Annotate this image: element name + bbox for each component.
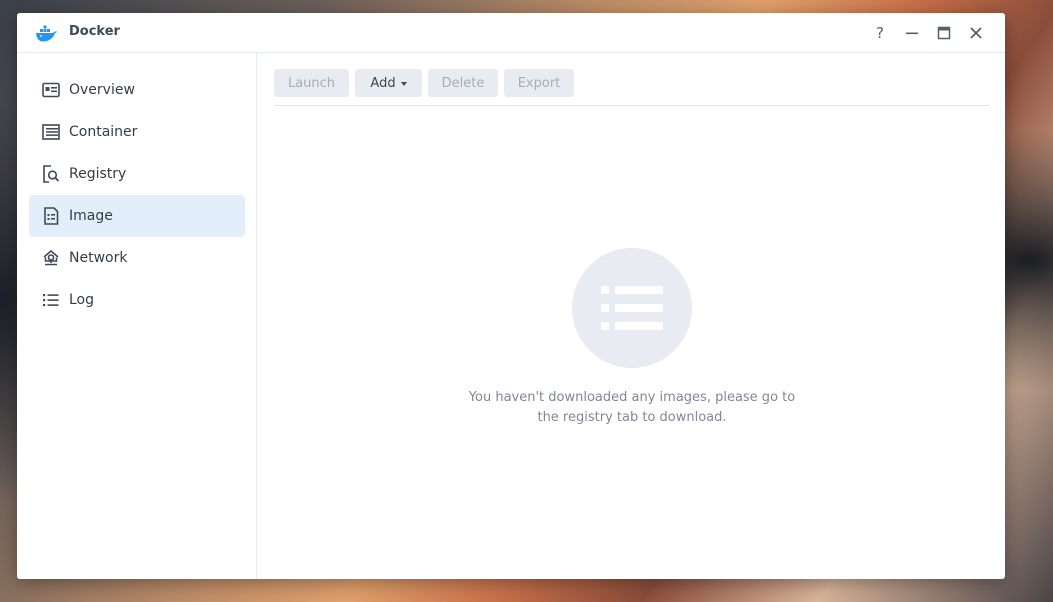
app-title: Docker <box>69 24 120 39</box>
sidebar-item-label: Network <box>69 250 128 266</box>
image-icon <box>41 206 61 226</box>
add-button[interactable]: Add <box>355 69 422 97</box>
empty-state-message: You haven't downloaded any images, pleas… <box>448 388 816 428</box>
sidebar-item-label: Overview <box>69 82 135 98</box>
sidebar-item-log[interactable]: Log <box>29 279 245 321</box>
export-button[interactable]: Export <box>504 69 574 97</box>
log-icon <box>41 290 61 310</box>
overview-icon <box>41 80 61 100</box>
sidebar-item-image[interactable]: Image <box>29 195 245 237</box>
minimize-button[interactable] <box>902 23 922 43</box>
add-button-label: Add <box>370 75 396 91</box>
container-icon <box>41 122 61 142</box>
sidebar-item-overview[interactable]: Overview <box>29 69 245 111</box>
docker-window: Docker ? Overview Container Registry Ima… <box>17 13 1005 579</box>
title-bar[interactable]: Docker ? <box>17 13 1005 53</box>
empty-state-line-1: You haven't downloaded any images, pleas… <box>468 390 796 405</box>
empty-state-line-2: the registry tab to download. <box>537 410 727 425</box>
launch-button[interactable]: Launch <box>274 69 349 97</box>
maximize-button[interactable] <box>934 23 954 43</box>
sidebar-item-label: Registry <box>69 166 127 182</box>
sidebar: Overview Container Registry Image Networ… <box>17 53 257 579</box>
close-button[interactable] <box>966 23 986 43</box>
sidebar-item-label: Log <box>69 292 95 308</box>
sidebar-item-registry[interactable]: Registry <box>29 153 245 195</box>
help-button[interactable]: ? <box>870 23 890 43</box>
help-icon: ? <box>876 24 884 42</box>
list-icon <box>601 286 663 330</box>
sidebar-item-label: Image <box>69 208 113 224</box>
toolbar-divider <box>274 105 990 106</box>
registry-icon <box>41 164 61 184</box>
sidebar-item-label: Container <box>69 124 138 140</box>
minimize-icon <box>906 32 918 35</box>
docker-logo-icon <box>34 24 58 44</box>
empty-state-icon-container <box>572 248 692 368</box>
close-icon <box>970 27 982 39</box>
delete-button[interactable]: Delete <box>428 69 498 97</box>
network-icon <box>41 248 61 268</box>
sidebar-item-container[interactable]: Container <box>29 111 245 153</box>
maximize-icon <box>937 26 951 40</box>
chevron-down-icon <box>400 81 407 86</box>
sidebar-item-network[interactable]: Network <box>29 237 245 279</box>
